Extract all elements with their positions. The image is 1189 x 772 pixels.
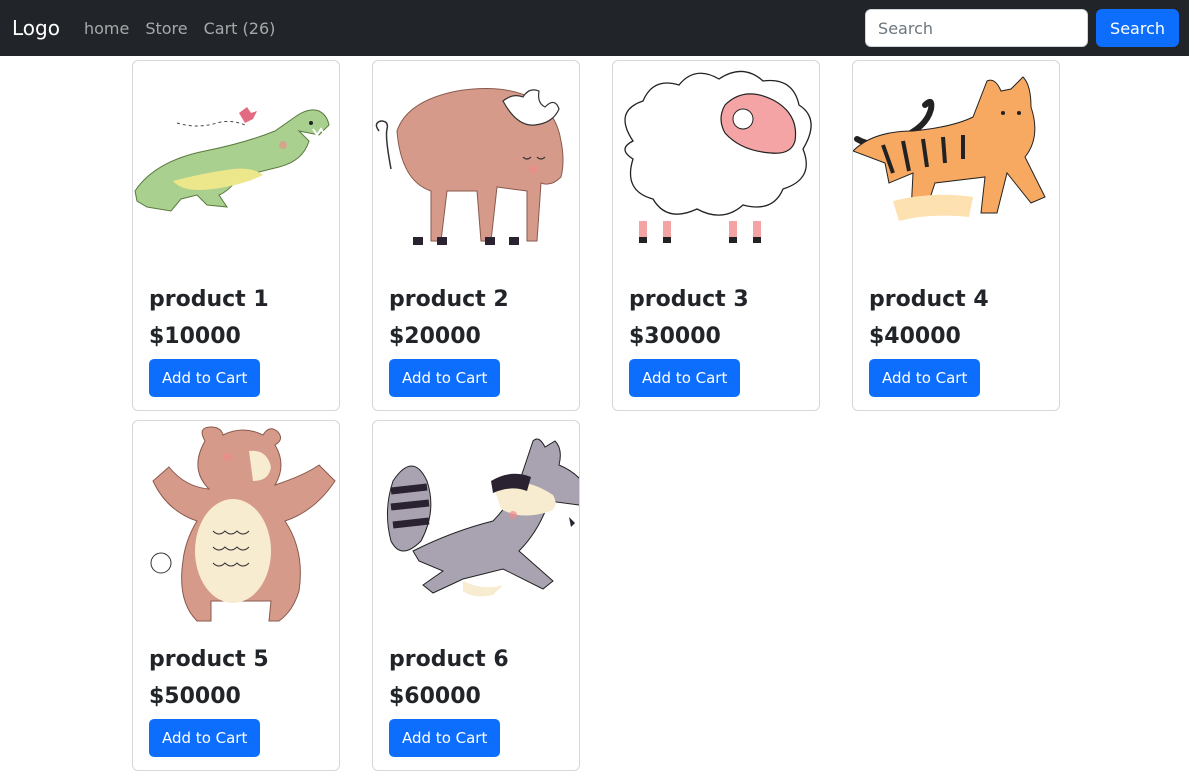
product-card: product 2 $20000 Add to Cart [372, 60, 580, 411]
product-price: $50000 [149, 684, 241, 709]
add-to-cart-button[interactable]: Add to Cart [629, 359, 741, 397]
nav-link-store[interactable]: Store [145, 19, 187, 38]
product-price: $20000 [389, 324, 481, 349]
product-card: product 5 $50000 Add to Cart [132, 420, 340, 771]
product-price: $60000 [389, 684, 481, 709]
product-title: product 2 [389, 287, 509, 312]
product-title: product 1 [149, 287, 269, 312]
product-title: product 3 [629, 287, 749, 312]
bison-image [375, 88, 564, 245]
product-price: $10000 [149, 324, 241, 349]
product-card: product 4 $40000 Add to Cart [852, 60, 1060, 411]
nav-link-home[interactable]: home [84, 19, 129, 38]
product-price: $40000 [869, 324, 961, 349]
product-title: product 5 [149, 647, 269, 672]
add-to-cart-button[interactable]: Add to Cart [149, 719, 261, 757]
add-to-cart-button[interactable]: Add to Cart [869, 359, 981, 397]
product-title: product 6 [389, 647, 509, 672]
brand-logo[interactable]: Logo [12, 16, 60, 40]
product-title: product 4 [869, 287, 989, 312]
raccoon-image [387, 438, 579, 597]
nav-link-cart[interactable]: Cart (26) [204, 19, 276, 38]
sheep-image [624, 70, 812, 243]
add-to-cart-button[interactable]: Add to Cart [389, 359, 501, 397]
product-card: product 1 $10000 Add to Cart [132, 60, 340, 411]
nav-links: home Store Cart (26) [84, 19, 275, 38]
add-to-cart-button[interactable]: Add to Cart [149, 359, 261, 397]
tiger-image [853, 76, 1046, 221]
crocodile-image [134, 107, 330, 212]
navbar: Logo home Store Cart (26) Search [0, 0, 1189, 56]
product-price: $30000 [629, 324, 721, 349]
bear-image [150, 426, 336, 622]
product-card: product 3 $30000 Add to Cart [612, 60, 820, 411]
add-to-cart-button[interactable]: Add to Cart [389, 719, 501, 757]
search-button[interactable]: Search [1096, 9, 1179, 47]
search-input[interactable] [865, 9, 1089, 47]
product-card: product 6 $60000 Add to Cart [372, 420, 580, 771]
